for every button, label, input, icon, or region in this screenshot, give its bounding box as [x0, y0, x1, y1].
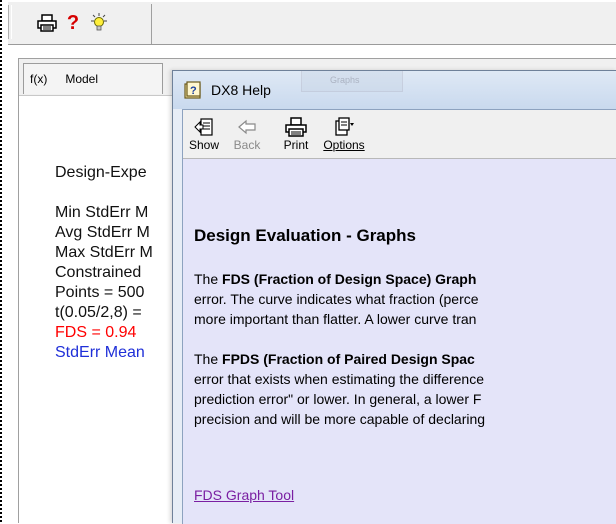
paragraph-line: The FPDS (Fraction of Paired Design Spac [194, 349, 485, 369]
back-button[interactable]: Back [230, 116, 264, 152]
paragraph-line: more important than flatter. A lower cur… [194, 311, 477, 327]
show-label: Show [189, 138, 220, 152]
options-label: Options [321, 138, 367, 152]
options-button[interactable]: Options [321, 116, 367, 152]
paragraph-line: error. The curve indicates what fraction… [194, 291, 479, 307]
printer-icon [285, 117, 307, 137]
fds-graph-tool-link[interactable]: FDS Graph Tool [194, 487, 294, 503]
output-line: Max StdErr M [55, 244, 153, 261]
show-pane-icon [194, 118, 213, 136]
tab-model-label: Model [65, 72, 99, 86]
help-window-title: DX8 Help [211, 82, 271, 98]
tip-button[interactable] [88, 12, 110, 34]
output-line: Design-Expe [55, 164, 147, 181]
svg-text:?: ? [190, 85, 197, 97]
help-button[interactable]: ? [62, 12, 84, 34]
back-label: Back [233, 138, 261, 152]
print-help-button[interactable]: Print [281, 116, 311, 152]
toolbar-bottom-border [8, 44, 616, 45]
help-toolbar: Show Back Print Options [183, 110, 616, 159]
output-line: StdErr Mean [55, 344, 145, 361]
output-line: Constrained [55, 264, 142, 281]
fx-icon: f(x) [30, 72, 48, 86]
help-window[interactable]: ? DX8 Help Graphs Show Back Print Option… [172, 70, 616, 524]
window-left-border [0, 0, 2, 522]
fds-term: FDS (Fraction of Design Space) Graph [222, 271, 477, 287]
help-titlebar[interactable]: ? DX8 Help Graphs [173, 71, 616, 109]
tab-model[interactable]: f(x) Model [23, 63, 163, 94]
toolbar-divider [151, 4, 152, 44]
fpds-term: FPDS (Fraction of Paired Design Spac [222, 351, 475, 367]
print-button[interactable] [36, 12, 58, 34]
fds-paragraph: The FDS (Fraction of Design Space) Graph… [194, 269, 479, 329]
output-line: t(0.05/2,8) = [55, 304, 142, 321]
show-button[interactable]: Show [189, 116, 219, 152]
output-line: Avg StdErr M [55, 224, 150, 241]
ghost-tab-label: Graphs [330, 75, 360, 85]
toolbar-grip [8, 5, 12, 39]
paragraph-line: error that exists when estimating the di… [194, 371, 485, 387]
help-book-icon: ? [184, 81, 201, 99]
paragraph-line: precision and will be more capable of de… [194, 411, 486, 427]
main-toolbar: ? [8, 2, 616, 44]
output-line: FDS = 0.94 [55, 324, 137, 341]
text-run: The [194, 351, 223, 367]
output-line: Points = 500 [55, 284, 145, 301]
text-run: The [194, 271, 223, 287]
print-label: Print [283, 138, 309, 152]
help-question-icon: ? [66, 11, 80, 34]
fpds-paragraph: The FPDS (Fraction of Paired Design Spac… [194, 349, 485, 429]
output-line: Min StdErr M [55, 204, 149, 221]
topic-heading: Design Evaluation - Graphs [194, 226, 416, 245]
printer-icon [37, 14, 57, 32]
tip-bulb-icon [91, 13, 107, 31]
options-icon [335, 117, 354, 136]
options-label-text: Options [323, 138, 365, 152]
paragraph-line: The FDS (Fraction of Design Space) Graph [194, 269, 479, 289]
back-arrow-icon [238, 119, 256, 135]
help-topic-body: Design Evaluation - Graphs The FDS (Frac… [183, 159, 616, 524]
evaluation-output: Design-Expe Min StdErr M Avg StdErr M Ma… [55, 163, 153, 363]
ghost-tab-graphs: Graphs [301, 71, 403, 92]
help-content-pane: Show Back Print Options Design Evaluatio… [182, 109, 616, 524]
paragraph-line: prediction error" or lower. In general, … [194, 391, 482, 407]
